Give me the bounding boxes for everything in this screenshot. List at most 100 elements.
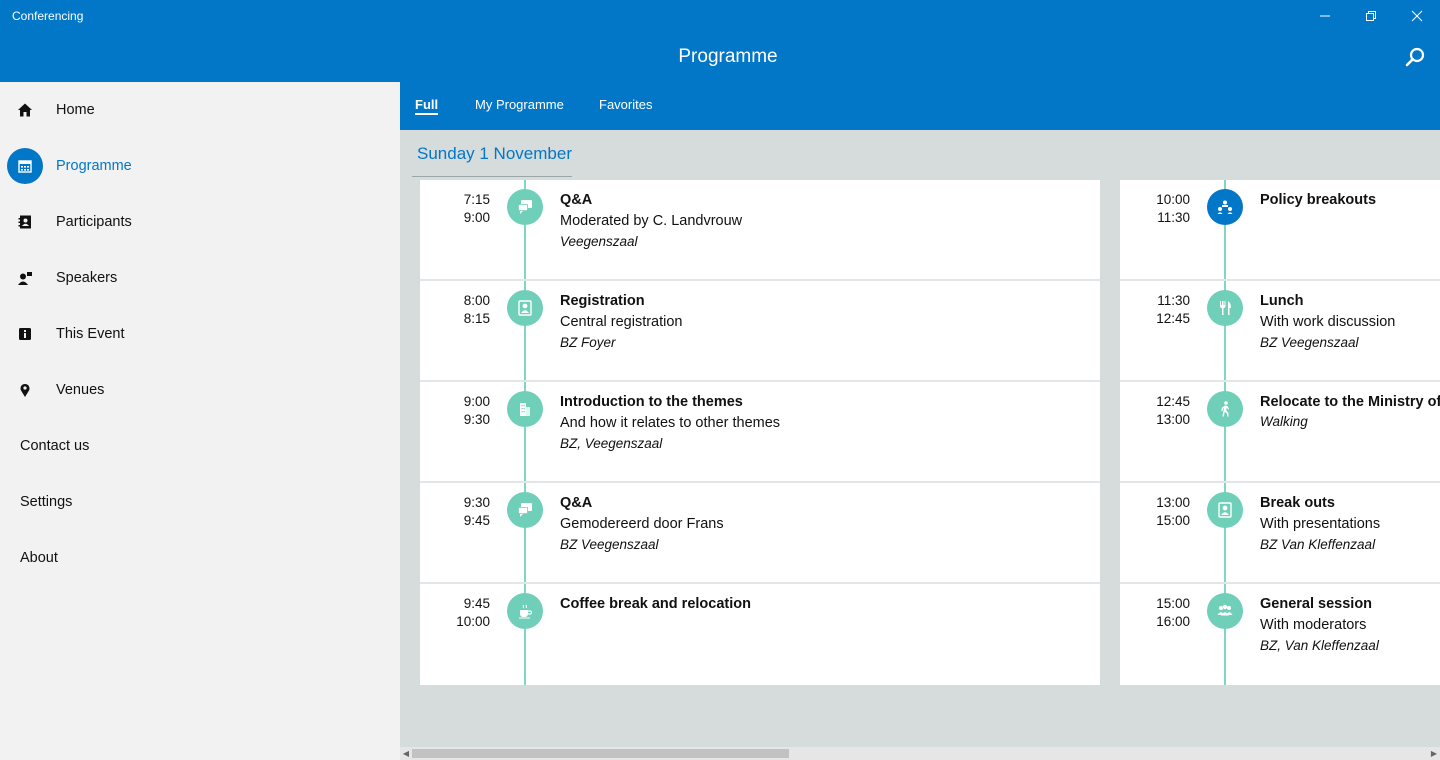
session-card[interactable]: 13:00 15:00 Break outs With presentations… <box>1120 483 1440 584</box>
person-badge-icon <box>1207 492 1243 528</box>
session-time: 11:30 12:45 <box>1156 293 1190 326</box>
coffee-icon <box>507 593 543 629</box>
sidebar-item-home[interactable]: Home <box>0 82 400 138</box>
minimize-icon <box>1320 15 1330 17</box>
session-subtitle: With work discussion <box>1260 314 1396 330</box>
session-time: 12:45 13:00 <box>1156 394 1190 427</box>
breakout-icon <box>1207 189 1243 225</box>
session-card[interactable]: 11:30 12:45 Lunch With work discussion BZ… <box>1120 281 1440 382</box>
session-info: Q&A Gemodereerd door Frans BZ Veegenszaa… <box>560 493 724 555</box>
tab-full[interactable]: Full <box>415 97 439 115</box>
session-card[interactable]: 9:45 10:00 Coffee break and relocation <box>420 584 1100 685</box>
session-card[interactable]: 9:00 9:30 Introduction to the themes And … <box>420 382 1100 483</box>
session-title: Relocate to the Ministry of <box>1260 394 1440 410</box>
session-info: General session With moderators BZ, Van … <box>1260 594 1379 656</box>
sidebar-item-label: Programme <box>56 158 132 174</box>
chat-icon <box>507 189 543 225</box>
scroll-right-icon[interactable]: ▶ <box>1428 747 1440 760</box>
tab-favorites[interactable]: Favorites <box>599 97 652 112</box>
restore-icon <box>1366 11 1376 21</box>
programme-content: Full My Programme Favorites Sunday 1 Nov… <box>400 82 1440 760</box>
session-subtitle: Central registration <box>560 314 683 330</box>
info-icon <box>7 316 43 352</box>
session-title: Introduction to the themes <box>560 394 743 410</box>
sidebar-item-label: Participants <box>56 214 132 230</box>
tab-my-programme[interactable]: My Programme <box>475 97 564 112</box>
search-icon <box>1405 47 1425 67</box>
sidebar-item-label: Home <box>56 102 95 118</box>
sidebar-item-about[interactable]: About <box>0 530 400 586</box>
session-time: 15:00 16:00 <box>1156 596 1190 629</box>
session-time: 9:00 9:30 <box>463 394 490 427</box>
session-location: Veegenszaal <box>560 234 638 249</box>
session-subtitle: Gemodereerd door Frans <box>560 516 724 532</box>
session-card[interactable]: 7:15 9:00 Q&A Moderated by C. Landvrouw V… <box>420 180 1100 281</box>
session-info: Lunch With work discussion BZ Veegenszaa… <box>1260 291 1395 353</box>
session-info: Policy breakouts <box>1260 190 1376 210</box>
walking-icon <box>1207 391 1243 427</box>
session-card[interactable]: 12:45 13:00 Relocate to the Ministry of W… <box>1120 382 1440 483</box>
session-time: 10:00 11:30 <box>1156 192 1190 225</box>
sidebar-item-label: Contact us <box>20 438 90 454</box>
close-button[interactable] <box>1394 0 1440 32</box>
session-title: Q&A <box>560 192 593 208</box>
sidebar-item-settings[interactable]: Settings <box>0 474 400 530</box>
calendar-icon <box>7 148 43 184</box>
session-subtitle: With moderators <box>1260 617 1367 633</box>
session-location: BZ, Van Kleffenzaal <box>1260 638 1379 653</box>
search-button[interactable] <box>1404 46 1426 68</box>
session-time: 9:45 10:00 <box>456 596 490 629</box>
sidebar-item-programme[interactable]: Programme <box>0 138 400 194</box>
session-title: Coffee break and relocation <box>560 596 751 612</box>
sidebar-item-speakers[interactable]: Speakers <box>0 250 400 306</box>
horizontal-scrollbar[interactable]: ◀ ▶ <box>400 747 1440 760</box>
session-card[interactable]: 9:30 9:45 Q&A Gemodereerd door Frans BZ V… <box>420 483 1100 584</box>
session-subtitle: Moderated by C. Landvrouw <box>560 213 743 229</box>
sidebar-item-venues[interactable]: Venues <box>0 362 400 418</box>
window-controls <box>1302 0 1440 32</box>
page-title: Programme <box>678 46 778 67</box>
session-info: Relocate to the Ministry of Walking <box>1260 392 1440 432</box>
chat-icon <box>507 492 543 528</box>
session-title: Lunch <box>1260 293 1304 309</box>
scrollbar-thumb[interactable] <box>412 749 789 758</box>
session-info: Break outs With presentations BZ Van Kle… <box>1260 493 1380 555</box>
building-icon <box>507 391 543 427</box>
sidebar-item-participants[interactable]: Participants <box>0 194 400 250</box>
minimize-button[interactable] <box>1302 0 1348 32</box>
session-title: Registration <box>560 293 645 309</box>
sidebar-item-label: About <box>20 550 58 566</box>
group-icon <box>1207 593 1243 629</box>
title-bar: Conferencing Programme <box>0 0 1440 82</box>
session-card[interactable]: 15:00 16:00 General session With moderato… <box>1120 584 1440 685</box>
session-location: BZ Veegenszaal <box>560 537 659 552</box>
sidebar-item-label: Speakers <box>56 270 118 286</box>
session-title: Q&A <box>560 495 593 511</box>
person-badge-icon <box>507 290 543 326</box>
session-title: Break outs <box>1260 495 1335 511</box>
speaker-icon <box>7 260 43 296</box>
session-info: Coffee break and relocation <box>560 594 751 614</box>
sidebar-item-contact-us[interactable]: Contact us <box>0 418 400 474</box>
scroll-left-icon[interactable]: ◀ <box>400 747 412 760</box>
sidebar-item-this-event[interactable]: This Event <box>0 306 400 362</box>
session-info: Introduction to the themes And how it re… <box>560 392 780 454</box>
session-subtitle: With presentations <box>1260 516 1381 532</box>
session-card[interactable]: 10:00 11:30 Policy breakouts <box>1120 180 1440 281</box>
programme-tabs: Full My Programme Favorites <box>400 82 1440 130</box>
sidebar-item-label: Settings <box>20 494 73 510</box>
session-location: BZ Van Kleffenzaal <box>1260 537 1376 552</box>
session-location: BZ Veegenszaal <box>1260 335 1359 350</box>
session-time: 8:00 8:15 <box>463 293 490 326</box>
app-title: Conferencing <box>12 9 84 23</box>
sidebar-nav: Home Programme Participants Speakers Thi… <box>0 82 400 760</box>
session-title: Policy breakouts <box>1260 192 1377 208</box>
session-card[interactable]: 8:00 8:15 Registration Central registrati… <box>420 281 1100 382</box>
restore-button[interactable] <box>1348 0 1394 32</box>
session-info: Registration Central registration BZ Foy… <box>560 291 683 353</box>
session-column: 7:15 9:00 Q&A Moderated by C. Landvrouw V… <box>420 180 1100 685</box>
session-title: General session <box>1260 596 1373 612</box>
sidebar-item-label: Venues <box>56 382 105 398</box>
session-time: 13:00 15:00 <box>1156 495 1190 528</box>
day-title: Sunday 1 November <box>417 144 572 163</box>
